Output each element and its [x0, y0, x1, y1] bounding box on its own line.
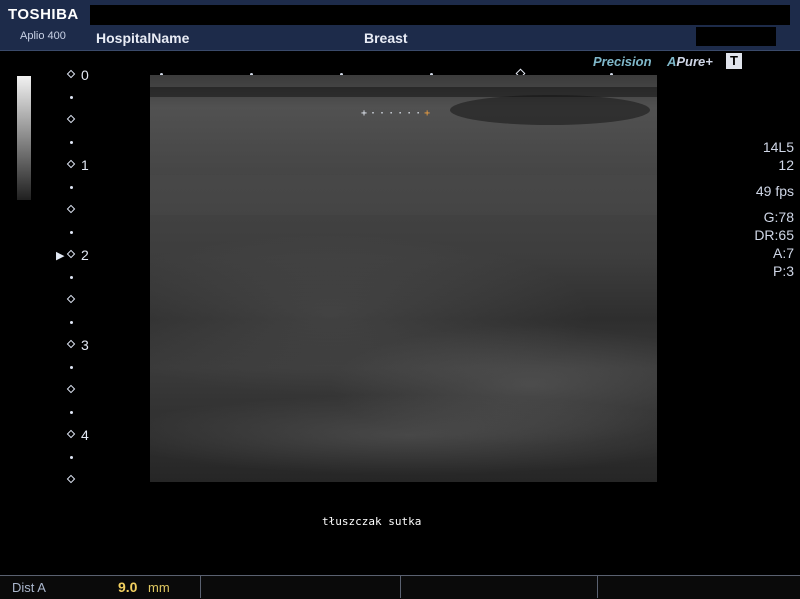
apure-text: Pure+	[676, 54, 713, 69]
frame-rate-label: 49 fps	[755, 183, 794, 199]
brand-logo: TOSHIBA	[8, 6, 79, 23]
apure-label: APure+	[667, 54, 713, 69]
depth-dot	[70, 231, 73, 234]
a-param-label: A:7	[772, 245, 794, 261]
p-param-label: P:3	[772, 263, 794, 279]
redacted-bar-2	[696, 27, 776, 46]
depth-dot	[70, 276, 73, 279]
depth-dot	[70, 366, 73, 369]
caliper-end[interactable]: +	[424, 108, 433, 119]
depth-marker	[66, 339, 76, 349]
depth-marker	[66, 294, 76, 304]
depth-label-3: 3	[81, 337, 89, 353]
grayscale-bar	[17, 76, 31, 200]
measurement-value: 9.0	[118, 579, 138, 595]
redacted-bar	[90, 5, 790, 25]
depth-dot	[70, 96, 73, 99]
gain-label: G:78	[763, 209, 794, 225]
depth-scale: 0 1 ▶ 2 3 4	[56, 67, 100, 488]
t-button[interactable]: T	[726, 53, 742, 69]
depth-dot	[70, 141, 73, 144]
depth-marker	[66, 204, 76, 214]
distance-caliper[interactable]: +······+	[361, 108, 433, 119]
depth-label-1: 1	[81, 157, 89, 173]
header-bar: TOSHIBA Aplio 400 HospitalName Breast	[0, 0, 800, 51]
frequency-label: 12	[778, 157, 794, 173]
depth-marker	[66, 384, 76, 394]
depth-label-4: 4	[81, 427, 89, 443]
footer-divider	[597, 576, 598, 598]
exam-preset: Breast	[364, 30, 408, 46]
precision-label: Precision	[593, 54, 652, 69]
model-name: Aplio 400	[20, 30, 66, 42]
depth-dot	[70, 456, 73, 459]
image-annotation: tłuszczak sutka	[322, 515, 422, 528]
depth-dot	[70, 411, 73, 414]
depth-marker	[66, 69, 76, 79]
measurement-bar: Dist A 9.0 mm	[0, 575, 800, 599]
footer-divider	[200, 576, 201, 598]
depth-label-0: 0	[81, 67, 89, 83]
depth-dot	[70, 321, 73, 324]
focus-marker[interactable]: ▶	[56, 250, 64, 262]
depth-marker	[66, 429, 76, 439]
caliper-start[interactable]: +	[361, 108, 370, 119]
image-layer	[450, 95, 650, 125]
depth-marker	[66, 114, 76, 124]
imaging-parameters: 14L5 12 49 fps G:78 DR:65 A:7 P:3	[754, 138, 794, 280]
hospital-name: HospitalName	[96, 30, 190, 46]
depth-marker	[66, 474, 76, 484]
probe-label: 14L5	[762, 139, 794, 155]
ultrasound-image[interactable]	[150, 75, 657, 482]
depth-label-2: 2	[81, 247, 89, 263]
depth-marker	[66, 159, 76, 169]
depth-dot	[70, 186, 73, 189]
caliper-dots: ······	[370, 108, 425, 119]
footer-divider	[400, 576, 401, 598]
dynamic-range-label: DR:65	[754, 227, 794, 243]
depth-marker	[66, 249, 76, 259]
image-layer	[150, 175, 657, 215]
apure-a: A	[667, 54, 677, 69]
measurement-label: Dist A	[12, 580, 46, 595]
measurement-unit: mm	[148, 580, 170, 595]
